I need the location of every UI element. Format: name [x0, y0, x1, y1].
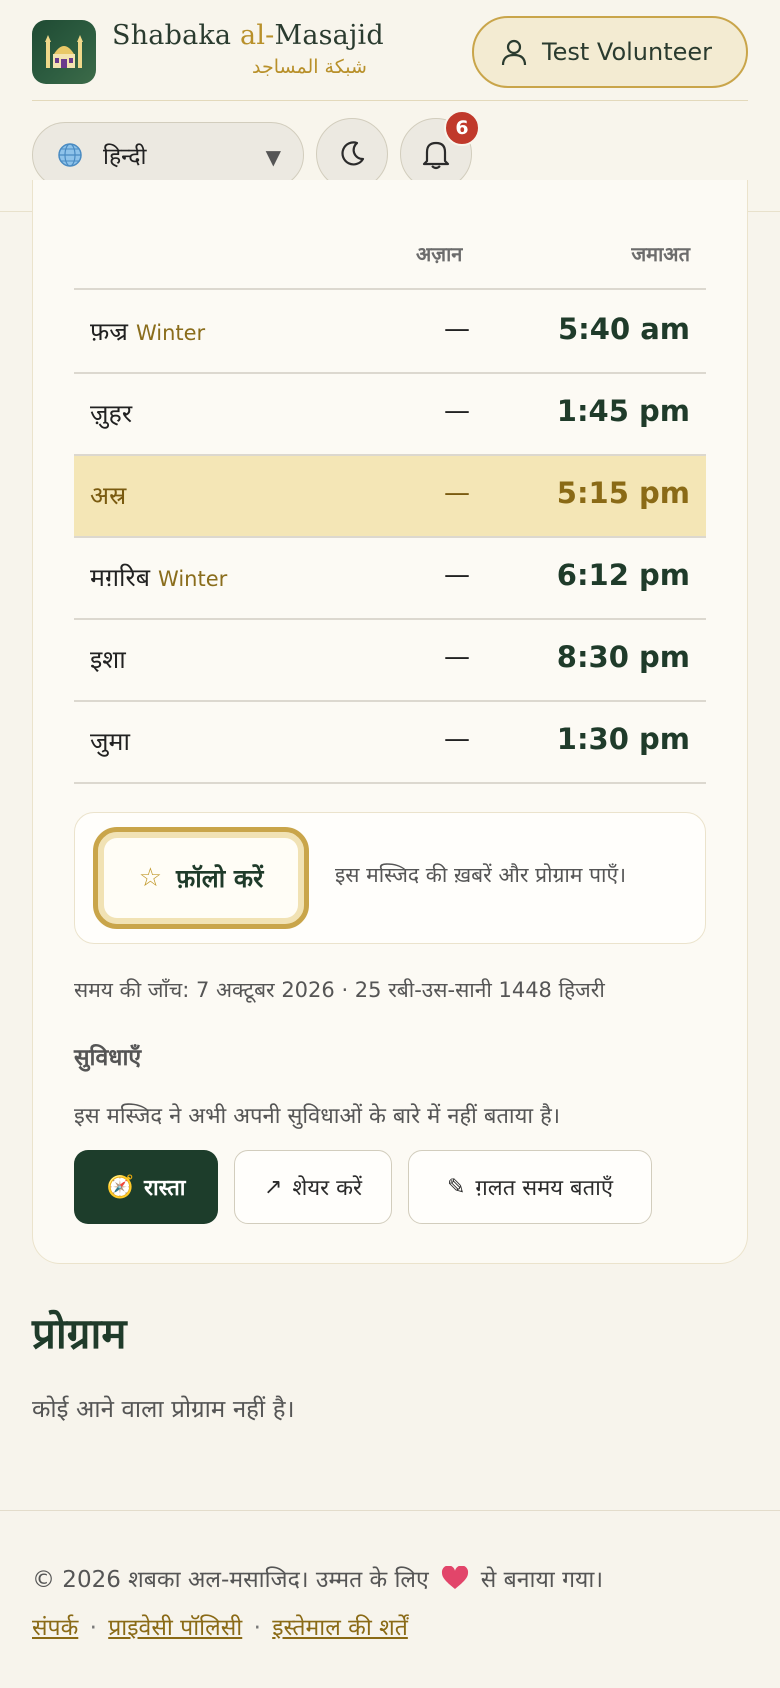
prayer-row-isha: इशा — 8:30 pm [74, 620, 706, 702]
prayer-row-fajr: फ़ज्र Winter — 5:40 am [74, 292, 706, 374]
globe-icon [58, 143, 82, 167]
season-tag: Winter [135, 321, 206, 345]
jamaat-time: 8:30 pm [556, 640, 690, 674]
prayer-row-asr: अस्र — 5:15 pm [74, 456, 706, 538]
share-label: शेयर करें [292, 1176, 363, 1201]
prayer-name: जुमा [90, 727, 130, 756]
prayer-name: ज़ुहर [90, 399, 133, 428]
prayer-name: अस्र [90, 481, 127, 510]
jamaat-time: 6:12 pm [556, 558, 690, 592]
report-wrong-time-button[interactable]: ✎ ग़लत समय बताएँ [408, 1150, 652, 1224]
user-name: Test Volunteer [542, 38, 713, 66]
follow-button[interactable]: ☆ फ़ॉलो करें [93, 827, 309, 929]
jamaat-time: 5:40 am [557, 312, 690, 346]
amenities-empty-text: इस मस्जिद ने अभी अपनी सुविधाओं के बारे म… [74, 1104, 561, 1129]
brand-arabic: شبكة المساجد [252, 56, 367, 78]
logo[interactable] [32, 20, 96, 84]
footer-links: संपर्क · प्राइवेसी पॉलिसी · इस्तेमाल की … [32, 1610, 408, 1642]
azan-time: — [444, 724, 470, 754]
bell-icon [422, 141, 450, 170]
follow-description: इस मस्जिद की ख़बरें और प्रोग्राम पाएँ। [335, 863, 627, 887]
mosque-icon [45, 35, 83, 68]
heart-icon [441, 1566, 468, 1589]
programs-title: प्रोग्राम [32, 1309, 127, 1358]
jamaat-time: 1:45 pm [556, 394, 690, 428]
jamaat-time: 5:15 pm [556, 476, 690, 510]
footer-copyright: © 2026 शबका अल-मसाजिद। उम्मत के लिए से ब… [32, 1566, 604, 1593]
star-icon: ☆ [138, 863, 162, 893]
pencil-icon: ✎ [446, 1174, 466, 1200]
season-tag: Winter [158, 567, 228, 591]
column-jamaat: जमाअत [631, 242, 690, 266]
follow-panel: ☆ फ़ॉलो करें इस मस्जिद की ख़बरें और प्रो… [74, 812, 706, 944]
user-menu-button[interactable]: Test Volunteer [472, 16, 748, 88]
prayer-name: इशा [90, 645, 126, 674]
jamaat-time: 1:30 pm [556, 722, 690, 756]
azan-time: — [444, 478, 470, 508]
compass-icon: 🧭 [106, 1174, 134, 1200]
azan-time: — [444, 642, 470, 672]
times-verified-date: समय की जाँच: 7 अक्टूबर 2026 · 25 रबी-उस-… [74, 978, 605, 1002]
azan-time: — [444, 560, 470, 590]
prayer-row-juma: जुमा — 1:30 pm [74, 702, 706, 784]
prayer-row-zuhr: ज़ुहर — 1:45 pm [74, 374, 706, 456]
report-label: ग़लत समय बताएँ [475, 1176, 614, 1201]
language-select[interactable]: हिन्दी ▼ [32, 122, 304, 188]
arrow-icon: ↗ [263, 1174, 283, 1200]
prayer-name: फ़ज्र Winter [90, 317, 206, 346]
azan-time: — [444, 314, 470, 344]
column-azan: अज़ान [416, 242, 463, 266]
prayer-name: मग़रिब Winter [90, 563, 228, 592]
moon-icon [341, 141, 365, 166]
terms-link[interactable]: इस्तेमाल की शर्तें [272, 1615, 408, 1641]
follow-button-label: फ़ॉलो करें [176, 864, 264, 893]
link-separator: · [253, 1615, 261, 1641]
directions-button[interactable]: 🧭 रास्ता [74, 1150, 218, 1224]
privacy-policy-link[interactable]: प्राइवेसी पॉलिसी [108, 1615, 242, 1641]
azan-time: — [444, 396, 470, 426]
share-button[interactable]: ↗ शेयर करें [234, 1150, 392, 1224]
amenities-title: सुविधाएँ [74, 1045, 142, 1071]
directions-label: रास्ता [143, 1176, 186, 1201]
link-separator: · [89, 1615, 97, 1641]
footer-divider [0, 1510, 780, 1511]
chevron-down-icon: ▼ [265, 145, 281, 169]
language-value: हिन्दी [103, 144, 147, 170]
brand-name[interactable]: Shabaka al-Masajid [112, 20, 384, 51]
prayer-row-maghrib: मग़रिब Winter — 6:12 pm [74, 538, 706, 620]
prayer-times-header: अज़ान जमाअत [74, 238, 706, 290]
header-divider [32, 100, 748, 101]
user-icon [501, 39, 527, 66]
programs-empty-text: कोई आने वाला प्रोग्राम नहीं है। [32, 1395, 295, 1423]
contact-link[interactable]: संपर्क [32, 1615, 78, 1641]
notification-badge: 6 [444, 110, 480, 146]
